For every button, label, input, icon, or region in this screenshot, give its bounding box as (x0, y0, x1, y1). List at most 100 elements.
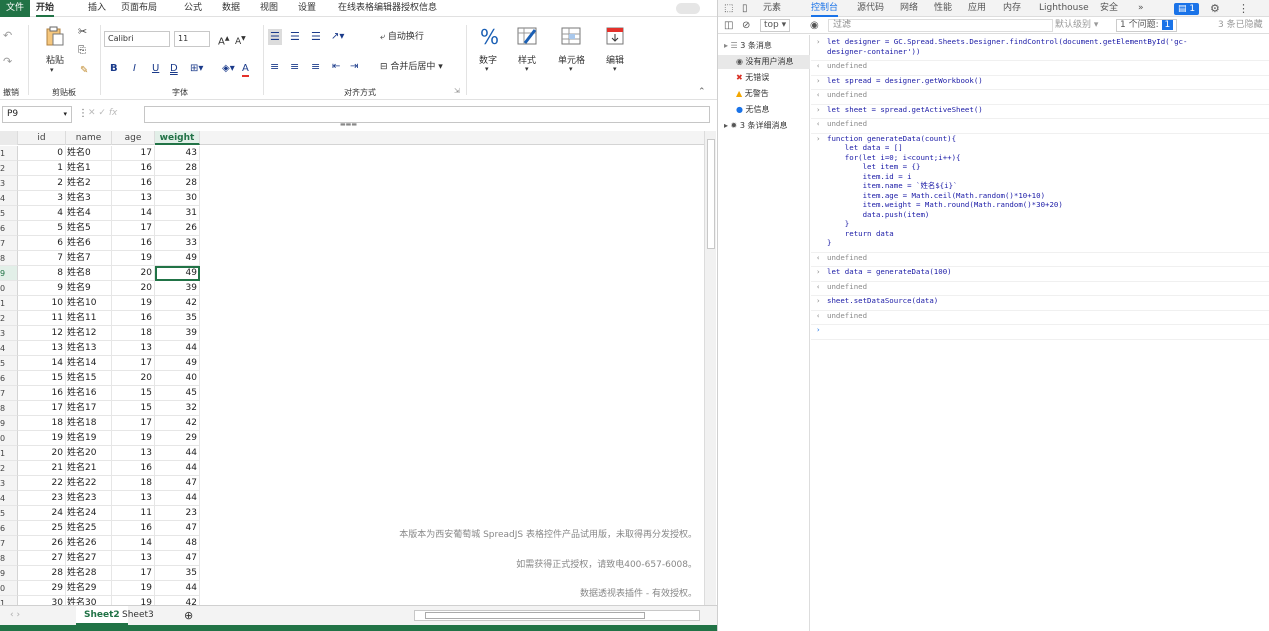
row-header[interactable]: 4 (0, 191, 18, 206)
cell-name[interactable]: 姓名30 (66, 596, 112, 605)
paste-dropdown-icon[interactable]: ▾ (50, 66, 54, 74)
copy-icon[interactable]: ⎘ (78, 45, 86, 56)
log-levels-select[interactable]: 默认级别 ▾ (1055, 17, 1098, 34)
cell-name[interactable]: 姓名24 (66, 506, 112, 521)
fill-color-icon[interactable]: ◈▾ (222, 61, 235, 77)
edit-dropdown-icon[interactable]: ▾ (613, 65, 617, 73)
column-header-id[interactable]: id (18, 131, 66, 145)
cell-id[interactable]: 15 (18, 371, 66, 386)
cell-id[interactable]: 7 (18, 251, 66, 266)
cell-age[interactable]: 13 (112, 341, 155, 356)
cell-id[interactable]: 11 (18, 311, 66, 326)
cell-weight[interactable]: 23 (155, 506, 200, 521)
cell-weight[interactable]: 42 (155, 296, 200, 311)
cell-age[interactable]: 20 (112, 266, 155, 281)
cell-weight[interactable]: 28 (155, 161, 200, 176)
row-header[interactable]: 5 (0, 356, 18, 371)
tab-formulas[interactable]: 公式 (184, 0, 202, 17)
cell-name[interactable]: 姓名25 (66, 521, 112, 536)
cell-id[interactable]: 20 (18, 446, 66, 461)
clear-console-icon[interactable]: ⊘ (742, 17, 750, 34)
cell-weight[interactable]: 29 (155, 431, 200, 446)
cell-age[interactable]: 18 (112, 326, 155, 341)
format-painter-icon[interactable]: ✎ (80, 65, 88, 76)
cell-id[interactable]: 10 (18, 296, 66, 311)
cell-age[interactable]: 18 (112, 476, 155, 491)
row-header[interactable]: 1 (0, 146, 18, 161)
eye-icon[interactable]: ◉ (810, 17, 819, 34)
cell-id[interactable]: 21 (18, 461, 66, 476)
cell-weight[interactable]: 32 (155, 401, 200, 416)
more-tabs-icon[interactable]: » (1138, 0, 1144, 17)
cell-age[interactable]: 16 (112, 461, 155, 476)
cell-name[interactable]: 姓名8 (66, 266, 112, 281)
row-header[interactable]: 1 (0, 446, 18, 461)
cell-name[interactable]: 姓名10 (66, 296, 112, 311)
cell-id[interactable]: 2 (18, 176, 66, 191)
cell-weight[interactable]: 49 (155, 266, 200, 281)
cell-id[interactable]: 19 (18, 431, 66, 446)
cell-age[interactable]: 16 (112, 311, 155, 326)
cell-age[interactable]: 16 (112, 236, 155, 251)
align-bottom-icon[interactable]: ☰ (311, 29, 321, 45)
cell-name[interactable]: 姓名28 (66, 566, 112, 581)
align-center-icon[interactable]: ≡ (290, 59, 299, 75)
cell-age[interactable]: 13 (112, 551, 155, 566)
cell-age[interactable]: 19 (112, 431, 155, 446)
style-icon[interactable] (516, 25, 538, 47)
style-dropdown-icon[interactable]: ▾ (525, 65, 529, 73)
row-header[interactable]: 2 (0, 461, 18, 476)
cell-weight[interactable]: 44 (155, 446, 200, 461)
row-header[interactable]: 6 (0, 221, 18, 236)
tab-data[interactable]: 数据 (222, 0, 240, 17)
percent-icon[interactable]: % (480, 25, 499, 49)
cell-weight[interactable]: 39 (155, 281, 200, 296)
cell-weight[interactable]: 30 (155, 191, 200, 206)
cell-age[interactable]: 17 (112, 146, 155, 161)
cell-name[interactable]: 姓名14 (66, 356, 112, 371)
cell-name[interactable]: 姓名12 (66, 326, 112, 341)
sidebar-item-errors[interactable]: ✖ 无错误 (718, 71, 810, 85)
row-header[interactable]: 9 (0, 266, 18, 281)
cell-age[interactable]: 11 (112, 506, 155, 521)
cell-weight[interactable]: 31 (155, 206, 200, 221)
underline-button[interactable]: U (152, 61, 159, 77)
cell-id[interactable]: 4 (18, 206, 66, 221)
device-toggle-icon[interactable]: ▯ (742, 0, 748, 17)
select-all-corner[interactable] (0, 131, 18, 145)
cell-name[interactable]: 姓名29 (66, 581, 112, 596)
collapse-ribbon-icon[interactable]: ⌃ (698, 87, 706, 97)
row-header[interactable]: 3 (0, 476, 18, 491)
sidebar-toggle-icon[interactable]: ◫ (724, 17, 733, 34)
cell-weight[interactable]: 49 (155, 356, 200, 371)
row-header[interactable]: 8 (0, 251, 18, 266)
number-dropdown-icon[interactable]: ▾ (485, 65, 489, 73)
italic-button[interactable]: I (133, 61, 136, 77)
cell-name[interactable]: 姓名21 (66, 461, 112, 476)
cell-weight[interactable]: 44 (155, 491, 200, 506)
console-filter-input[interactable]: 过滤 (828, 19, 1053, 32)
row-header[interactable]: 4 (0, 341, 18, 356)
tab-security[interactable]: 安全 (1100, 0, 1118, 17)
cell-weight[interactable]: 47 (155, 551, 200, 566)
cell-weight[interactable]: 40 (155, 371, 200, 386)
row-header[interactable]: 1 (0, 596, 18, 605)
cell-weight[interactable]: 33 (155, 236, 200, 251)
align-left-icon[interactable]: ≡ (270, 59, 279, 75)
cell-name[interactable]: 姓名1 (66, 161, 112, 176)
hscroll-thumb[interactable] (425, 612, 645, 619)
vertical-scrollbar[interactable] (704, 131, 716, 605)
sheet-grid[interactable]: id name age weight 1 0 姓名0 17 43 2 1 姓名1 16 28 3 2 姓… (0, 131, 717, 605)
cell-name[interactable]: 姓名17 (66, 401, 112, 416)
decrease-font-button[interactable]: A▼ (235, 31, 246, 47)
tab-license-info[interactable]: 在线表格编辑器授权信息 (338, 0, 437, 17)
cell-name[interactable]: 姓名26 (66, 536, 112, 551)
cell-id[interactable]: 24 (18, 506, 66, 521)
cell-name[interactable]: 姓名0 (66, 146, 112, 161)
cell-id[interactable]: 12 (18, 326, 66, 341)
column-header-age[interactable]: age (112, 131, 155, 145)
cell-weight[interactable]: 35 (155, 311, 200, 326)
horizontal-scrollbar[interactable] (414, 610, 700, 621)
scroll-thumb[interactable] (707, 139, 715, 249)
cell-age[interactable]: 17 (112, 221, 155, 236)
